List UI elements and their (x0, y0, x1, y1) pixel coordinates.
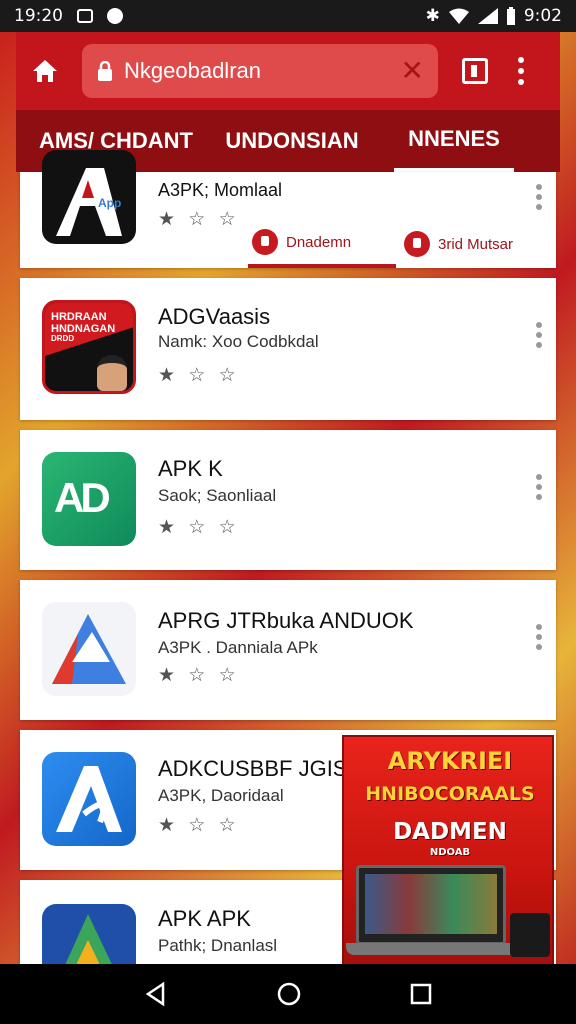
address-bar[interactable]: Nkgeobadlran ✕ (82, 44, 438, 98)
rating-stars: ★ ☆ ☆ (158, 365, 240, 386)
bluetooth-icon: ✱ (425, 6, 440, 26)
tab-3-selected[interactable]: NNENES (394, 110, 514, 172)
app-icon: App (42, 150, 136, 244)
download-button[interactable]: Dnademn (248, 220, 396, 268)
lock-icon (98, 61, 112, 81)
action-popup: Dnademn 3rid Mutsar (248, 220, 548, 268)
list-item[interactable]: AD APK K Saok; Saonliaal ★ ☆ ☆ (20, 430, 556, 570)
item-menu-button[interactable] (536, 624, 542, 650)
home-icon (33, 60, 57, 82)
app-icon-badge: App (98, 196, 122, 210)
app-icon: AD (42, 452, 136, 546)
app-icon (42, 904, 136, 964)
rating-stars: ★ ☆ ☆ (158, 517, 240, 538)
ad-line-3: DADMEN (393, 819, 507, 845)
app-icon (42, 602, 136, 696)
app-subtitle: A3PK, Daoridaal (158, 786, 284, 805)
download-label: Dnademn (286, 233, 352, 251)
signal-icon (477, 8, 498, 24)
app-title: ADGVaasis (158, 304, 271, 329)
app-subtitle: A3PK . Danniala APk (158, 638, 318, 657)
app-title: A3PK; Momlaal (158, 180, 283, 200)
list-item[interactable]: HRDRAAN HNDNAGAN DRDD ADGVaasis Namk: Xo… (20, 278, 556, 420)
battery-icon (506, 7, 515, 25)
wifi-icon (448, 8, 469, 24)
secondary-action-label: 3rid Mutsar (438, 235, 514, 253)
icon-text-3: DRDD (51, 334, 75, 344)
home-button[interactable] (28, 54, 62, 88)
list-item[interactable]: APRG JTRbuka ANDUOK A3PK . Danniala APk … (20, 580, 556, 720)
laptop-image (356, 865, 506, 945)
ad-banner[interactable]: ARYKRIEI HNIBOCORAALS DADMEN NDOAB (342, 735, 554, 967)
icon-text-1: HRDRAAN (51, 311, 107, 323)
system-nav-bar (0, 964, 576, 1024)
rating-stars: ★ ☆ ☆ (158, 815, 240, 836)
app-title: APK K (158, 456, 223, 481)
url-text: Nkgeobadlran (124, 58, 261, 83)
app-icon (42, 752, 136, 846)
status-time: 19:20 (14, 6, 63, 26)
browser-toolbar: Nkgeobadlran ✕ (16, 32, 560, 110)
item-menu-button[interactable] (536, 322, 542, 348)
icon-text: AD (54, 474, 111, 521)
notification-icon (107, 8, 123, 24)
laptop-base-image (346, 943, 522, 955)
app-subtitle: Namk: Xoo Codbkdal (158, 332, 319, 351)
clear-url-icon[interactable]: ✕ (401, 57, 424, 85)
app-title: ADKCUSBBF JGISI (158, 756, 354, 781)
overflow-menu-button[interactable] (518, 57, 524, 85)
back-icon[interactable] (143, 981, 169, 1007)
person-icon (97, 355, 127, 391)
pin-icon (404, 231, 430, 257)
ad-line-1: ARYKRIEI (387, 747, 513, 775)
tabs-button[interactable] (462, 58, 488, 84)
camera-image (510, 913, 550, 957)
app-title: APRG JTRbuka ANDUOK (158, 608, 414, 633)
tab-2[interactable]: UNDONSIAN (212, 110, 372, 172)
app-title: APK APK (158, 906, 251, 931)
list-item[interactable]: App A3PK; Momlaal ★ ☆ ☆ Dnademn 3rid Mut… (20, 150, 556, 268)
status-clock: 9:02 (523, 6, 562, 26)
recents-icon[interactable] (409, 982, 433, 1006)
app-subtitle: Saok; Saonliaal (158, 486, 277, 505)
app-subtitle: Pathk; Dnanlasl (158, 936, 278, 955)
ad-line-2: HNIBOCORAALS (365, 783, 535, 805)
rating-stars: ★ ☆ ☆ (158, 665, 240, 686)
item-menu-button[interactable] (536, 474, 542, 500)
rating-stars: ★ ☆ ☆ (158, 209, 240, 230)
ad-line-4: NDOAB (429, 847, 471, 858)
secondary-action-button[interactable]: 3rid Mutsar (396, 220, 546, 268)
download-icon (252, 229, 278, 255)
home-circle-icon[interactable] (276, 981, 302, 1007)
status-bar: 19:20 ✱ 9:02 (0, 0, 576, 32)
gallery-icon (77, 9, 93, 23)
item-menu-button[interactable] (536, 184, 542, 210)
app-icon: HRDRAAN HNDNAGAN DRDD (42, 300, 136, 394)
